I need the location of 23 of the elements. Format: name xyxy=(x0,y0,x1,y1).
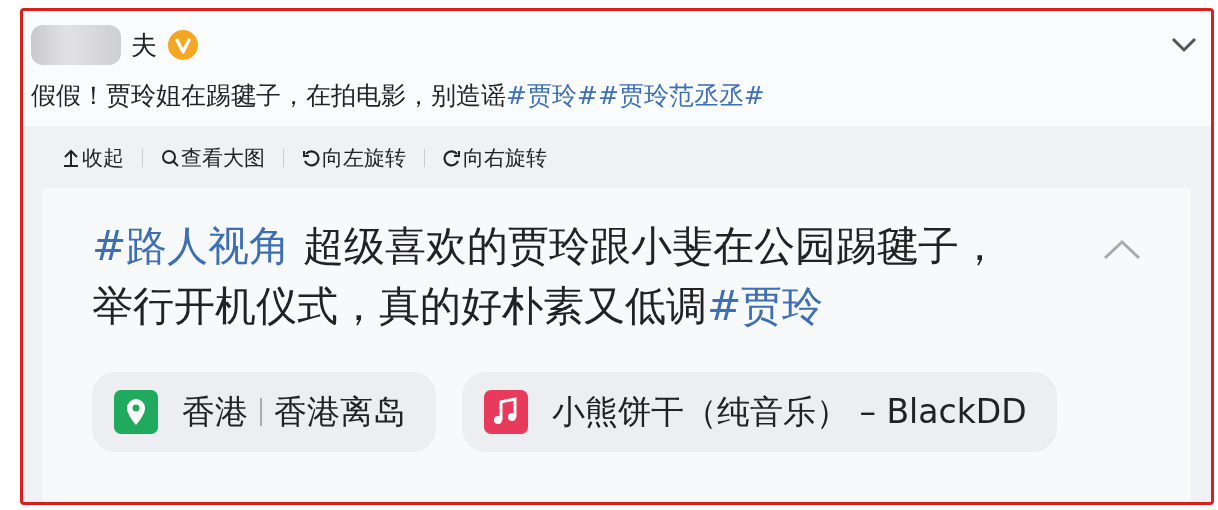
rotate-right-icon xyxy=(443,148,461,168)
rotate-right-button[interactable]: 向右旋转 xyxy=(443,144,547,172)
rotate-left-button[interactable]: 向左旋转 xyxy=(302,144,406,172)
hashtag-link[interactable]: #贾玲# xyxy=(506,81,598,110)
music-chip[interactable]: 小熊饼干（纯音乐） – BlackDD xyxy=(462,372,1057,452)
search-icon xyxy=(161,148,179,168)
collapse-button[interactable]: 收起 xyxy=(62,144,124,172)
card-text: #路人视角 超级喜欢的贾玲跟小斐在公园踢毽子，举行开机仪式，真的好朴素又低调#贾玲 xyxy=(92,221,1002,332)
post-text: 假假！贾玲姐在踢毽子，在拍电影，别造谣#贾玲##贾玲范丞丞# xyxy=(31,80,766,112)
song-title: 小熊饼干（纯音乐） – BlackDD xyxy=(552,390,1027,433)
music-note-icon xyxy=(484,390,528,434)
hashtag-link[interactable]: #贾玲 xyxy=(707,282,824,330)
view-large-button[interactable]: 查看大图 xyxy=(161,144,265,172)
location-detail: 香港离岛 xyxy=(274,390,406,433)
hashtag-link[interactable]: #贾玲范丞丞# xyxy=(597,81,765,110)
rotate-left-icon xyxy=(302,148,320,168)
location-name: 香港 xyxy=(182,390,248,433)
hashtag-link[interactable]: #路人视角 xyxy=(92,222,291,270)
location-chip[interactable]: 香港 香港离岛 xyxy=(92,372,436,452)
location-pin-icon xyxy=(114,390,158,434)
chevron-down-icon[interactable] xyxy=(1171,37,1197,53)
upload-arrow-icon xyxy=(62,148,80,168)
username[interactable]: 夫 xyxy=(131,27,157,63)
